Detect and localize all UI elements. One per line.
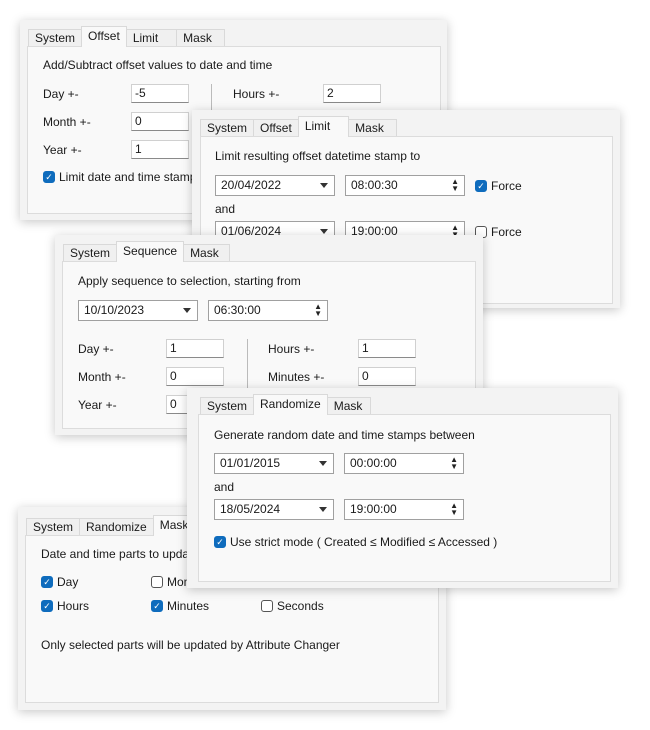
from-time-spinner[interactable]: 00:00:00 ▲ ▼ [344, 453, 464, 474]
day-label: Day +- [78, 342, 114, 356]
from-date-picker[interactable]: 01/01/2015 [214, 453, 334, 474]
tab-sequence[interactable]: Sequence [116, 241, 185, 262]
heading: Add/Subtract offset values to date and t… [43, 58, 273, 72]
minutes-label: Minutes [167, 599, 210, 613]
day-label: Day +- [43, 87, 79, 101]
chevron-down-icon [183, 308, 191, 313]
tab-offset[interactable]: Offset [253, 119, 299, 137]
from-force-checkbox[interactable]: ✓ Force [475, 179, 522, 193]
month-label: Month +- [78, 370, 126, 384]
tab-bar: System Sequence Mask [63, 241, 230, 262]
hours-label: Hours +- [233, 87, 280, 101]
checkbox-checked-icon: ✓ [41, 600, 53, 612]
day-label: Day [57, 575, 79, 589]
tab-mask[interactable]: Mask [176, 29, 225, 47]
spinner-arrows-icon[interactable]: ▲▼ [314, 303, 322, 318]
from-time-spinner[interactable]: 08:00:30 ▲ ▼ [345, 175, 465, 196]
checkbox-unchecked-icon [151, 576, 163, 588]
spinner-arrows-icon[interactable]: ▲▼ [451, 178, 459, 193]
spinner-arrows-icon[interactable]: ▲▼ [450, 456, 458, 471]
from-time-value: 00:00:00 [350, 456, 397, 470]
tab-system[interactable]: System [200, 119, 255, 137]
checkbox-checked-icon: ✓ [41, 576, 53, 588]
strict-mode-label: Use strict mode ( Created ≤ Modified ≤ A… [230, 535, 498, 549]
tab-bar: System Randomize Mask [26, 515, 202, 536]
to-date-picker[interactable]: 18/05/2024 [214, 499, 334, 520]
tab-limit[interactable]: Limit [297, 116, 350, 137]
year-input[interactable]: 1 [131, 140, 189, 159]
month-input[interactable]: 0 [131, 112, 189, 131]
limit-checkbox[interactable]: ✓ Limit date and time stamp [43, 170, 196, 184]
tab-system[interactable]: System [28, 29, 83, 47]
minutes-label: Minutes +- [268, 370, 325, 384]
from-force-label: Force [491, 179, 522, 193]
hours-checkbox[interactable]: ✓ Hours [41, 599, 89, 613]
heading: Date and time parts to update [41, 547, 200, 561]
start-time-spinner[interactable]: 06:30:00 ▲ ▼ [208, 300, 328, 321]
to-time-value: 19:00:00 [350, 502, 397, 516]
day-checkbox[interactable]: ✓ Day [41, 575, 78, 589]
limit-checkbox-label: Limit date and time stamp [59, 170, 197, 184]
note: Only selected parts will be updated by A… [41, 638, 340, 652]
checkbox-unchecked-icon [261, 600, 273, 612]
minutes-checkbox[interactable]: ✓ Minutes [151, 599, 209, 613]
chevron-down-icon [319, 507, 327, 512]
year-label: Year +- [43, 143, 82, 157]
start-time-value: 06:30:00 [214, 303, 261, 317]
start-date-picker[interactable]: 10/10/2023 [78, 300, 198, 321]
day-input[interactable]: 1 [166, 339, 224, 358]
to-date-value: 18/05/2024 [220, 502, 281, 516]
minutes-input[interactable]: 0 [358, 367, 416, 386]
tab-offset[interactable]: Offset [81, 26, 127, 47]
from-time-value: 08:00:30 [351, 178, 398, 192]
heading: Limit resulting offset datetime stamp to [215, 149, 421, 163]
chevron-down-icon [320, 229, 328, 234]
hours-input[interactable]: 1 [358, 339, 416, 358]
tab-system[interactable]: System [26, 518, 81, 536]
to-time-spinner[interactable]: 19:00:00 ▲▼ [344, 499, 464, 520]
hours-input[interactable]: 2 [323, 84, 381, 103]
from-date-value: 01/01/2015 [220, 456, 281, 470]
hours-label: Hours +- [268, 342, 315, 356]
to-force-label: Force [491, 225, 522, 239]
checkbox-checked-icon: ✓ [151, 600, 163, 612]
chevron-down-icon [320, 183, 328, 188]
hours-label: Hours [57, 599, 90, 613]
checkbox-checked-icon: ✓ [43, 171, 55, 183]
heading: Apply sequence to selection, starting fr… [78, 274, 301, 288]
chevron-down-icon [319, 461, 327, 466]
and-label: and [215, 202, 236, 216]
checkbox-checked-icon: ✓ [214, 536, 226, 548]
tab-mask[interactable]: Mask [348, 119, 397, 137]
tab-bar: System Randomize Mask [200, 394, 372, 415]
year-label: Year +- [78, 398, 117, 412]
month-label: Month +- [43, 115, 91, 129]
month-input[interactable]: 0 [166, 367, 224, 386]
randomize-panel: System Randomize Mask Generate random da… [187, 388, 618, 588]
tab-randomize[interactable]: Randomize [79, 518, 154, 536]
tab-mask[interactable]: Mask [183, 244, 230, 262]
seconds-label: Seconds [277, 599, 324, 613]
heading: Generate random date and time stamps bet… [214, 428, 475, 442]
from-date-picker[interactable]: 20/04/2022 [215, 175, 335, 196]
tab-system[interactable]: System [63, 244, 118, 262]
tab-bar: System Offset Limit Mask [200, 116, 397, 137]
tab-system[interactable]: System [200, 397, 255, 415]
seconds-checkbox[interactable]: Seconds [261, 599, 324, 613]
spinner-arrows-icon[interactable]: ▲▼ [450, 502, 458, 517]
and-label: and [214, 480, 235, 494]
tab-bar: System Offset Limit Mask [28, 26, 225, 47]
tab-mask[interactable]: Mask [326, 397, 372, 415]
tab-limit[interactable]: Limit [125, 29, 178, 47]
tab-randomize[interactable]: Randomize [253, 394, 328, 415]
checkbox-checked-icon: ✓ [475, 180, 487, 192]
from-date-value: 20/04/2022 [221, 178, 282, 192]
day-input[interactable]: -5 [131, 84, 189, 103]
strict-mode-checkbox[interactable]: ✓ Use strict mode ( Created ≤ Modified ≤ … [214, 535, 497, 549]
start-date-value: 10/10/2023 [84, 303, 145, 317]
